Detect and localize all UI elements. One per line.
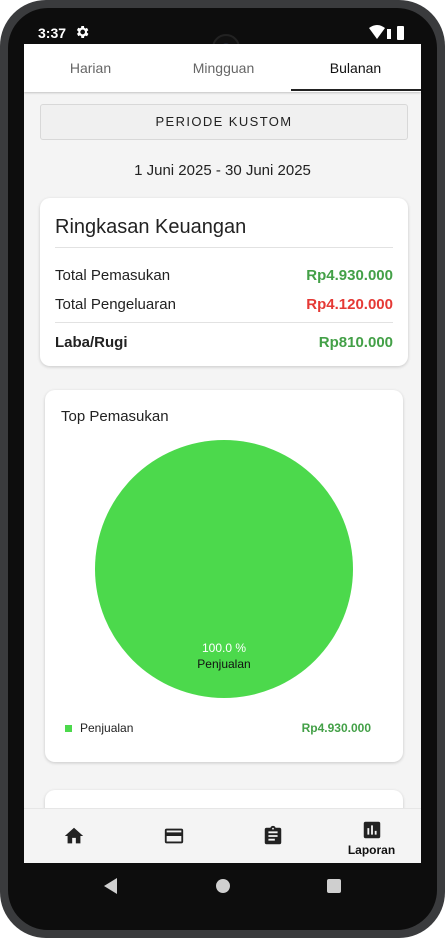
chart-title: Top Pemasukan (61, 408, 169, 425)
slice-percent-label: 100.0 % (201, 641, 247, 655)
status-time: 3:37 (38, 25, 67, 41)
nav-home[interactable] (24, 809, 123, 863)
profit-value: Rp810.000 (318, 334, 393, 351)
back-icon[interactable] (104, 878, 117, 894)
nav-records[interactable] (223, 809, 322, 863)
divider (55, 247, 393, 248)
home-icon (64, 827, 84, 844)
cell-icon (387, 29, 391, 39)
phone-frame: 3:37 Harian Mingguan Bulanan PERIODE KUS… (0, 0, 445, 938)
expense-value: Rp4.120.000 (306, 296, 393, 313)
legend-value: Rp4.930.000 (301, 721, 371, 735)
nav-label-laporan: Laporan (347, 843, 396, 857)
income-label: Total Pemasukan (55, 267, 171, 284)
summary-title: Ringkasan Keuangan (55, 216, 247, 238)
profit-label: Laba/Rugi (55, 334, 128, 351)
bottom-nav: Laporan (24, 808, 421, 863)
tab-bulanan[interactable]: Bulanan (290, 44, 421, 92)
legend-swatch (65, 725, 72, 732)
wifi-icon (369, 25, 385, 39)
tab-indicator (291, 89, 421, 91)
recents-icon[interactable] (327, 879, 341, 893)
expense-label: Total Pengeluaran (55, 296, 176, 313)
date-range-label: 1 Juni 2025 - 30 Juni 2025 (134, 162, 311, 179)
nav-laporan[interactable]: Laporan (322, 809, 421, 863)
top-income-card: Top Pemasukan 100.0 % Penjualan Penjuala… (45, 390, 403, 762)
tab-mingguan[interactable]: Mingguan (157, 44, 290, 92)
wifi-battery-icon (369, 25, 404, 40)
gear-icon (76, 26, 89, 38)
system-nav-bar (24, 863, 421, 909)
clipboard-icon (264, 825, 282, 845)
legend-label: Penjualan (80, 721, 134, 735)
tab-bar: Harian Mingguan Bulanan (24, 44, 421, 92)
slice-name-label: Penjualan (197, 657, 251, 671)
custom-period-button[interactable]: PERIODE KUSTOM (40, 104, 408, 140)
income-value: Rp4.930.000 (306, 267, 393, 284)
home-button-icon[interactable] (216, 879, 230, 893)
divider (55, 322, 393, 323)
tab-harian[interactable]: Harian (24, 44, 157, 92)
credit-card-icon (164, 828, 184, 844)
summary-card: Ringkasan Keuangan Total Pemasukan Rp4.9… (40, 198, 408, 366)
app-screen: Harian Mingguan Bulanan PERIODE KUSTOM 1… (24, 44, 421, 863)
battery-icon (397, 26, 404, 40)
bar-chart-icon (363, 821, 381, 839)
nav-transactions[interactable] (124, 809, 223, 863)
